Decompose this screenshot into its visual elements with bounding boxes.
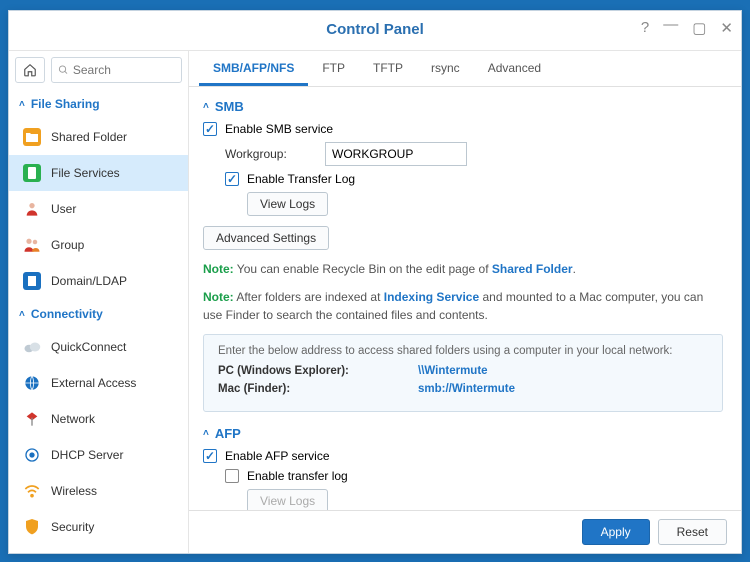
view-logs-button[interactable]: View Logs bbox=[247, 192, 328, 216]
home-icon bbox=[23, 63, 37, 77]
sidebar-item-user[interactable]: User bbox=[9, 191, 188, 227]
checkbox-icon bbox=[203, 449, 217, 463]
sidebar-item-security[interactable]: Security bbox=[9, 509, 188, 545]
sidebar-item-group[interactable]: Group bbox=[9, 227, 188, 263]
checkbox-icon bbox=[225, 469, 239, 483]
chevron-up-icon: ˄ bbox=[203, 428, 209, 439]
smb-note-indexing: Note: After folders are indexed at Index… bbox=[203, 288, 723, 324]
checkbox-icon bbox=[203, 122, 217, 136]
pc-address-label: PC (Windows Explorer): bbox=[218, 365, 418, 377]
sidebar-item-quickconnect[interactable]: QuickConnect bbox=[9, 329, 188, 365]
content-area: SMB/AFP/NFS FTP TFTP rsync Advanced ˄ SM… bbox=[189, 51, 741, 553]
section-file-sharing[interactable]: ˄ File Sharing bbox=[9, 89, 188, 119]
window-controls: ? — ▢ ✕ bbox=[641, 19, 733, 37]
dhcp-icon bbox=[23, 446, 41, 464]
mac-address-value: smb://Wintermute bbox=[418, 383, 515, 395]
window-title: Control Panel bbox=[9, 21, 741, 38]
search-input[interactable] bbox=[69, 63, 175, 77]
wifi-icon bbox=[23, 482, 41, 500]
quickconnect-icon bbox=[23, 338, 41, 356]
tab-tftp[interactable]: TFTP bbox=[359, 53, 417, 86]
tab-rsync[interactable]: rsync bbox=[417, 53, 474, 86]
address-hint: Enter the below address to access shared… bbox=[218, 345, 708, 357]
close-icon[interactable]: ✕ bbox=[720, 19, 733, 37]
apply-button[interactable]: Apply bbox=[582, 519, 650, 545]
sidebar-item-network[interactable]: Network bbox=[9, 401, 188, 437]
help-icon[interactable]: ? bbox=[641, 19, 649, 37]
footer: Apply Reset bbox=[189, 510, 741, 553]
search-input-wrapper[interactable] bbox=[51, 57, 182, 83]
chevron-up-icon: ˄ bbox=[19, 99, 25, 110]
tab-ftp[interactable]: FTP bbox=[308, 53, 359, 86]
section-system[interactable]: ˄ System bbox=[9, 545, 188, 553]
home-button[interactable] bbox=[15, 57, 45, 83]
control-panel-window: Control Panel ? — ▢ ✕ ˄ File Sharing bbox=[8, 10, 742, 554]
indexing-service-link[interactable]: Indexing Service bbox=[384, 290, 479, 304]
afp-view-logs-button[interactable]: View Logs bbox=[247, 489, 328, 510]
mac-address-label: Mac (Finder): bbox=[218, 383, 418, 395]
globe-icon bbox=[23, 374, 41, 392]
network-icon bbox=[23, 410, 41, 428]
enable-smb-checkbox[interactable]: Enable SMB service bbox=[203, 122, 723, 136]
minimize-icon[interactable]: — bbox=[663, 16, 678, 34]
tab-advanced[interactable]: Advanced bbox=[474, 53, 555, 86]
file-services-icon bbox=[23, 164, 41, 182]
sidebar: ˄ File Sharing Shared Folder File Servic… bbox=[9, 51, 189, 553]
chevron-up-icon: ˄ bbox=[203, 101, 209, 112]
chevron-up-icon: ˄ bbox=[19, 309, 25, 320]
smb-note-recycle-bin: Note: You can enable Recycle Bin on the … bbox=[203, 260, 723, 278]
shared-folder-icon bbox=[23, 128, 41, 146]
sidebar-item-wireless[interactable]: Wireless bbox=[9, 473, 188, 509]
user-icon bbox=[23, 200, 41, 218]
sidebar-item-file-services[interactable]: File Services bbox=[9, 155, 188, 191]
smb-advanced-settings-button[interactable]: Advanced Settings bbox=[203, 226, 329, 250]
afp-section-header[interactable]: ˄ AFP bbox=[203, 426, 723, 441]
workgroup-input[interactable] bbox=[325, 142, 467, 166]
tabs: SMB/AFP/NFS FTP TFTP rsync Advanced bbox=[189, 51, 741, 87]
workgroup-label: Workgroup: bbox=[225, 147, 325, 161]
sidebar-item-dhcp-server[interactable]: DHCP Server bbox=[9, 437, 188, 473]
settings-pane[interactable]: ˄ SMB Enable SMB service Workgroup: Enab… bbox=[189, 87, 741, 510]
sidebar-item-domain-ldap[interactable]: Domain/LDAP bbox=[9, 263, 188, 299]
group-icon bbox=[23, 236, 41, 254]
smb-section-header[interactable]: ˄ SMB bbox=[203, 99, 723, 114]
afp-transfer-log-checkbox[interactable]: Enable transfer log bbox=[225, 469, 723, 483]
pc-address-value: \\Wintermute bbox=[418, 365, 488, 377]
tab-smb-afp-nfs[interactable]: SMB/AFP/NFS bbox=[199, 53, 308, 86]
shield-icon bbox=[23, 518, 41, 536]
titlebar: Control Panel ? — ▢ ✕ bbox=[9, 11, 741, 51]
enable-afp-checkbox[interactable]: Enable AFP service bbox=[203, 449, 723, 463]
sidebar-item-external-access[interactable]: External Access bbox=[9, 365, 188, 401]
section-connectivity[interactable]: ˄ Connectivity bbox=[9, 299, 188, 329]
shared-folder-link[interactable]: Shared Folder bbox=[492, 262, 573, 276]
enable-transfer-log-checkbox[interactable]: Enable Transfer Log bbox=[225, 172, 723, 186]
search-icon bbox=[58, 64, 69, 76]
network-address-box: Enter the below address to access shared… bbox=[203, 334, 723, 412]
checkbox-icon bbox=[225, 172, 239, 186]
maximize-icon[interactable]: ▢ bbox=[692, 19, 706, 37]
domain-ldap-icon bbox=[23, 272, 41, 290]
reset-button[interactable]: Reset bbox=[658, 519, 727, 545]
sidebar-item-shared-folder[interactable]: Shared Folder bbox=[9, 119, 188, 155]
